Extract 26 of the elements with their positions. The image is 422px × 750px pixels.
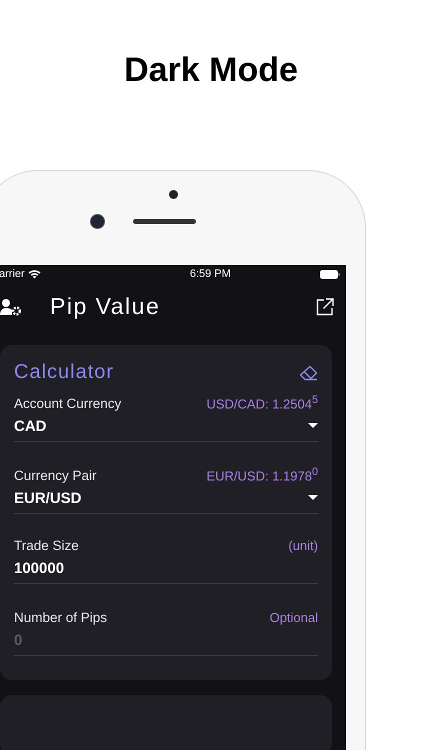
battery-icon: [320, 270, 340, 278]
input-field[interactable]: 100000: [14, 553, 318, 584]
field-label: Trade Size: [14, 538, 79, 553]
field-note: (unit): [288, 538, 318, 553]
field-label: Number of Pips: [14, 610, 108, 625]
user-settings-icon[interactable]: [0, 298, 22, 316]
wifi-icon: [28, 269, 41, 279]
status-time: 6:59 PM: [190, 268, 231, 280]
screen-title: Pip Value: [50, 293, 162, 320]
field-label: Currency Pair: [14, 468, 97, 484]
field-label: Account Currency: [14, 396, 122, 412]
card-title: Calculator: [14, 361, 114, 384]
share-icon[interactable]: [316, 298, 334, 316]
caret-icon: [308, 423, 318, 430]
field-note: EUR/USD: 1.1978$^{0}$: [206, 466, 318, 484]
dropdown-field[interactable]: EUR/USD: [14, 483, 318, 514]
page-title: Dark Mode: [124, 50, 298, 90]
caret-icon: [308, 495, 318, 502]
input-field[interactable]: 0: [14, 625, 318, 656]
eraser-icon[interactable]: [299, 364, 318, 380]
speaker-icon: [133, 219, 196, 224]
dropdown-field[interactable]: CAD: [14, 411, 318, 442]
field-note: Optional: [270, 610, 318, 625]
sensor-icon: [168, 190, 178, 199]
camera-icon: [90, 214, 105, 229]
field-note: USD/CAD: 1.2504$^{5}$: [206, 394, 318, 412]
